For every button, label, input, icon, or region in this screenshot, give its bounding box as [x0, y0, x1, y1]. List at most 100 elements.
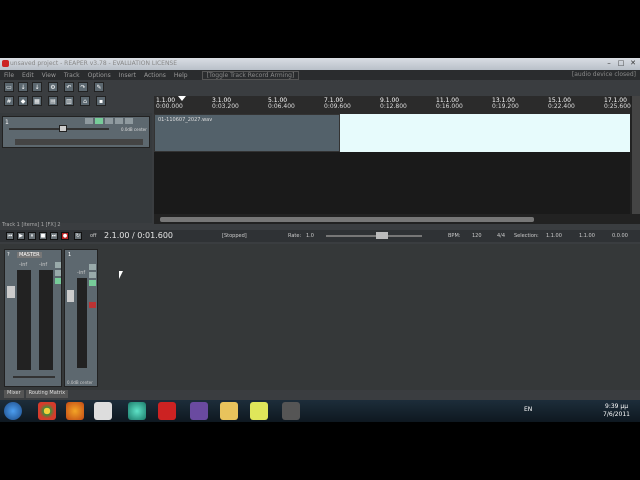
menu-actions[interactable]: Actions — [144, 72, 166, 79]
window-title: unsaved project - REAPER v3.78 - EVALUAT… — [10, 60, 178, 67]
rate-slider-handle[interactable] — [376, 232, 388, 239]
ruler-tick: 15.1.00 0:22.400 — [548, 97, 575, 110]
menu-edit[interactable]: Edit — [22, 72, 34, 79]
docker-tabs: Mixer Routing Matrix — [4, 390, 114, 398]
go-to-end-button[interactable]: ⏭ — [50, 232, 58, 240]
menu-file[interactable]: File — [4, 72, 14, 79]
edit-cursor-marker-icon[interactable] — [178, 96, 186, 101]
pause-button[interactable]: ⏸ — [28, 232, 36, 240]
go-to-start-button[interactable]: ⏮ — [6, 232, 14, 240]
track-1-lane[interactable]: 01-110607_2027.wav — [154, 114, 630, 152]
envelope-icon[interactable]: ▥ — [64, 96, 74, 106]
crossfade-icon[interactable]: ⌂ — [80, 96, 90, 106]
folder-icon[interactable] — [220, 402, 238, 420]
clock-date: 7/6/2011 — [603, 411, 630, 418]
new-project-icon[interactable]: ▭ — [4, 82, 14, 92]
main-toolbar: ▭ ↓ ↓ ⚙ ↶ ↷ ✎ # ◆ ▦ ▤ ▥ ⌂ ▪ — [2, 82, 152, 114]
play-state: [Stopped] — [222, 233, 247, 239]
track-fader-handle[interactable] — [67, 290, 74, 302]
master-solo-button[interactable] — [55, 270, 61, 276]
reaper-taskbar-icon[interactable] — [282, 402, 300, 420]
track-fx-button[interactable] — [89, 280, 96, 286]
record-button[interactable]: ● — [61, 232, 69, 240]
menu-insert[interactable]: Insert — [119, 72, 136, 79]
status-line: Track 1 [items] 1 [FX] 2 — [2, 222, 61, 228]
ruler-tick: 13.1.00 0:19.200 — [492, 97, 519, 110]
redo-icon[interactable]: ↷ — [78, 82, 88, 92]
bpm-label: BPM: — [448, 233, 461, 239]
mouse-cursor-icon — [119, 271, 123, 279]
ripple-icon[interactable]: ▦ — [32, 96, 42, 106]
grid-icon[interactable]: # — [4, 96, 14, 106]
time-signature[interactable]: 4/4 — [497, 233, 505, 239]
start-button[interactable] — [4, 402, 22, 420]
repeat-button[interactable]: ↻ — [74, 232, 82, 240]
master-mute-button[interactable] — [55, 262, 61, 268]
close-button[interactable]: ✕ — [628, 59, 638, 68]
fx-button[interactable] — [105, 118, 113, 124]
play-button[interactable]: ▶ — [17, 232, 25, 240]
master-pan-slider[interactable] — [13, 376, 55, 378]
menu-track[interactable]: Track — [64, 72, 80, 79]
system-clock[interactable]: 9:39 μμ 7/6/2011 — [603, 403, 630, 419]
language-indicator[interactable]: EN — [524, 406, 532, 413]
lock-icon[interactable]: ▪ — [96, 96, 106, 106]
vertical-scrollbar[interactable] — [632, 96, 640, 214]
selection-length[interactable]: 0.0.00 — [612, 233, 628, 239]
empty-track-area[interactable] — [154, 152, 630, 214]
firefox-icon[interactable] — [66, 402, 84, 420]
record-arm-button[interactable] — [85, 118, 93, 124]
maximize-button[interactable]: □ — [616, 59, 626, 68]
minimize-button[interactable]: – — [604, 59, 614, 68]
metronome-icon[interactable]: ✎ — [94, 82, 104, 92]
master-fx-button[interactable] — [55, 278, 61, 284]
transport-bar: ⏮ ▶ ⏸ ■ ⏭ ● ↻ off 2.1.00 / 0:01.600 [Sto… — [0, 230, 640, 242]
undo-icon[interactable]: ↶ — [64, 82, 74, 92]
open-project-icon[interactable]: ↓ — [18, 82, 28, 92]
snap-icon[interactable]: ◆ — [18, 96, 28, 106]
messenger-icon[interactable] — [128, 402, 146, 420]
mute-button[interactable] — [115, 118, 123, 124]
mixer-panel: ? MASTER -inf -inf 1 -inf 0.0dB center M… — [0, 244, 640, 398]
save-project-icon[interactable]: ↓ — [32, 82, 42, 92]
item-grouping-icon[interactable]: ▤ — [48, 96, 58, 106]
menu-view[interactable]: View — [42, 72, 56, 79]
master-peak-right: -inf — [39, 262, 48, 268]
rate-slider[interactable] — [326, 235, 422, 237]
chrome-icon[interactable] — [38, 402, 56, 420]
selection-end[interactable]: 1.1.00 — [579, 233, 595, 239]
selection-start[interactable]: 1.1.00 — [546, 233, 562, 239]
master-fader-handle[interactable] — [7, 286, 15, 298]
track-mute-button[interactable] — [89, 264, 96, 270]
media-app-icon[interactable] — [190, 402, 208, 420]
media-item[interactable]: 01-110607_2027.wav — [154, 114, 340, 152]
app-icon[interactable] — [94, 402, 112, 420]
track-strip-label: 0.0dB center — [67, 380, 93, 385]
stop-button[interactable]: ■ — [39, 232, 47, 240]
track-arm-button[interactable] — [89, 302, 96, 308]
winamp-icon[interactable] — [158, 402, 176, 420]
phase-button[interactable] — [95, 118, 103, 124]
sticky-notes-icon[interactable] — [250, 402, 268, 420]
ruler-tick: 5.1.00 0:06.400 — [268, 97, 295, 110]
track-number: 1 — [5, 119, 9, 126]
timeline-ruler[interactable]: 1.1.00 0:00.000 3.1.00 0:03.200 5.1.00 0:06… — [154, 96, 631, 114]
mixer-track-number: 1 — [68, 252, 72, 258]
project-settings-icon[interactable]: ⚙ — [48, 82, 58, 92]
volume-slider-handle[interactable] — [59, 125, 67, 132]
clock-time: 9:39 μμ — [605, 403, 629, 410]
solo-button[interactable] — [125, 118, 133, 124]
automation-mode[interactable]: off — [90, 233, 97, 239]
track-volume-readout: 0.0dB center — [121, 127, 147, 132]
rate-value[interactable]: 1.0 — [306, 233, 314, 239]
reaper-logo-icon — [2, 60, 9, 67]
tab-mixer[interactable]: Mixer — [4, 390, 24, 398]
menu-options[interactable]: Options — [88, 72, 111, 79]
master-peak-left: -inf — [19, 262, 28, 268]
menu-help[interactable]: Help — [174, 72, 188, 79]
bpm-value[interactable]: 120 — [472, 233, 482, 239]
tab-routing-matrix[interactable]: Routing Matrix — [25, 390, 69, 398]
track-1-header[interactable]: 1 0.0dB center — [2, 116, 150, 148]
selection-label: Selection: — [514, 233, 539, 239]
track-solo-button[interactable] — [89, 272, 96, 278]
